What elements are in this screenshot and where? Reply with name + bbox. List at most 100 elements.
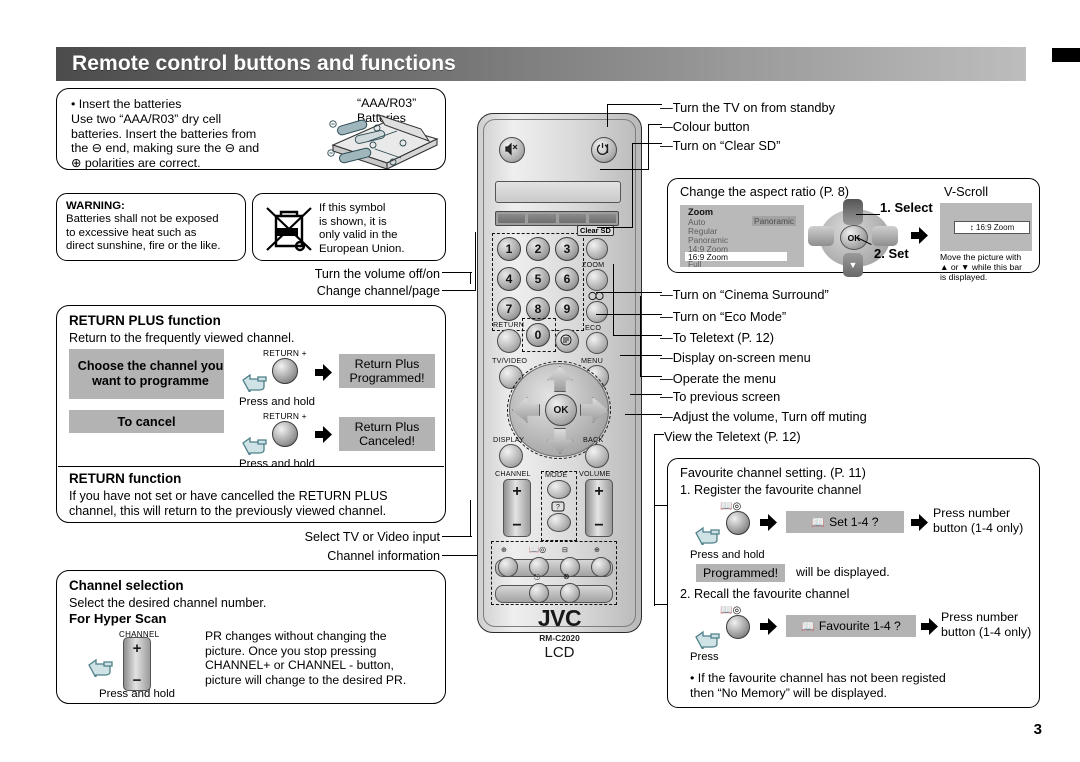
help-question-icon: ?	[551, 501, 565, 512]
back-label: BACK	[583, 435, 604, 444]
aspect-dpad-right[interactable]	[872, 226, 898, 246]
colour-button-blue[interactable]	[588, 214, 616, 223]
cinema-surround-button[interactable]	[586, 301, 608, 323]
callout-to-teletext: —To Teletext (P. 12)	[660, 330, 775, 345]
channel-plus[interactable]: +	[504, 483, 530, 501]
leader-line	[625, 414, 662, 416]
volume-plus[interactable]: +	[586, 483, 612, 501]
volume-rocker[interactable]: + −	[585, 479, 613, 537]
callout-text: To Teletext (P. 12)	[672, 330, 775, 345]
teletext-hold-button[interactable]	[529, 583, 549, 603]
leader-line	[640, 376, 662, 378]
number-button-0[interactable]: 0	[526, 323, 550, 347]
number-button-3[interactable]: 3	[555, 237, 579, 261]
number-button-4[interactable]: 4	[497, 267, 521, 291]
back-button[interactable]	[585, 444, 609, 468]
hyper-scan-label: For Hyper Scan	[69, 611, 167, 626]
tv-video-label: TV/VIDEO	[492, 356, 528, 365]
warning-box: WARNING: Batteries shall not be exposed t…	[56, 193, 246, 261]
press-hand-icon	[242, 436, 267, 455]
number-button-9[interactable]: 9	[555, 297, 579, 321]
leader-line	[596, 314, 662, 316]
crossed-out-wheelie-bin-icon	[266, 207, 312, 252]
callout-view-teletext: View the Teletext (P. 12)	[664, 429, 801, 444]
callout-change-channel-page: Change channel/page	[316, 284, 440, 298]
warning-body: WARNING: Batteries shall not be exposed t…	[66, 200, 244, 254]
zoom-label: ZOOM	[582, 260, 605, 269]
battery-instruction-text: • Insert the batteries Use two “AAA/R03”…	[71, 97, 260, 171]
help-button[interactable]	[547, 513, 571, 532]
zoom-menu-heading: Zoom	[688, 207, 714, 217]
callout-channel-information: Channel information	[327, 549, 440, 563]
mode-button[interactable]	[547, 480, 571, 499]
brand-logo: JVC	[537, 605, 582, 631]
menu-label: MENU	[581, 356, 603, 365]
favourite-step2-action: Press	[690, 651, 719, 663]
return-plus-button-2	[272, 421, 298, 447]
arrow-right-icon	[911, 514, 928, 531]
return-plus-action-2: Press and hold	[239, 458, 315, 470]
aspect-dpad-down[interactable]: ▼	[843, 253, 863, 277]
battery-instruction-box: • Insert the batteries Use two “AAA/R03”…	[56, 88, 446, 170]
press-hand-icon	[88, 658, 113, 677]
leader-line	[607, 105, 609, 127]
aspect-ratio-title: Change the aspect ratio (P. 8)	[680, 184, 850, 199]
volume-label: VOLUME	[579, 469, 611, 478]
number-button-2[interactable]: 2	[526, 237, 550, 261]
colour-button-yellow[interactable]	[558, 214, 586, 223]
aspect-dpad-up[interactable]	[843, 199, 863, 225]
zoom-menu-item-full[interactable]: Full	[688, 259, 702, 269]
return-plus-box: RETURN PLUS function Return to the frequ…	[56, 305, 446, 523]
colour-button-red[interactable]	[498, 214, 526, 223]
section-divider	[58, 466, 444, 468]
channel-selection-action: Press and hold	[99, 688, 175, 700]
colour-buttons-bar[interactable]	[495, 211, 619, 226]
favourite-step2-result: Press number button (1-4 only)	[941, 610, 1032, 639]
teletext-index-button[interactable]	[498, 557, 518, 577]
number-button-1[interactable]: 1	[497, 237, 521, 261]
teletext-index-icon: ⊕	[501, 547, 508, 554]
power-standby-icon	[596, 143, 609, 155]
favourite-chip-text: Set 1-4 ?	[829, 515, 879, 529]
eu-notice-text: If this symbol is shown, it is only vali…	[319, 202, 405, 255]
callout-text: View the Teletext (P. 12)	[664, 429, 801, 444]
zoom-button[interactable]	[586, 269, 608, 291]
return-plus-title: RETURN PLUS function	[69, 313, 221, 328]
teletext-icon	[560, 334, 572, 346]
return-plus-step1-chip: Choose the channel you want to programme	[69, 349, 224, 399]
number-button-5[interactable]: 5	[526, 267, 550, 291]
favourite-step2-title: 2. Recall the favourite channel	[680, 587, 850, 601]
clear-sd-button[interactable]	[586, 238, 608, 260]
leader-line	[597, 227, 633, 229]
aspect-ok-button[interactable]: OK	[840, 225, 868, 250]
channel-selection-box: Channel selection Select the desired cha…	[56, 570, 446, 704]
display-button[interactable]	[499, 444, 523, 468]
leader-line	[442, 555, 480, 557]
teletext-size-button[interactable]	[591, 557, 611, 577]
arrow-right-icon	[315, 426, 332, 443]
return-plus-action-1: Press and hold	[239, 396, 315, 408]
zoom-menu-current-value: Panoramic	[752, 216, 797, 226]
zoom-menu-panel: Zoom Auto Panoramic Regular Panoramic 14…	[680, 205, 804, 269]
volume-minus[interactable]: −	[586, 517, 612, 535]
aspect-dpad-left[interactable]	[808, 226, 834, 246]
return-plus-button-label-2: RETURN +	[263, 411, 307, 421]
callout-display-menu: —Display on-screen menu	[660, 350, 811, 365]
programmed-text: will be displayed.	[796, 565, 890, 579]
return-button[interactable]	[497, 329, 521, 353]
callout-clear-sd: —Turn on “Clear SD”	[660, 138, 781, 153]
teletext-cancel-button[interactable]	[560, 583, 580, 603]
colour-button-green[interactable]	[528, 214, 556, 223]
teletext-cancel-icon: ⊗	[563, 572, 570, 581]
channel-minus[interactable]: −	[504, 517, 530, 535]
number-button-6[interactable]: 6	[555, 267, 579, 291]
callout-adjust-volume: —Adjust the volume, Turn off muting	[660, 409, 867, 424]
callout-text: Turn on “Cinema Surround”	[672, 287, 829, 302]
remote-display-strip	[495, 181, 621, 203]
number-button-7[interactable]: 7	[497, 297, 521, 321]
channel-rocker[interactable]: + −	[503, 479, 531, 537]
leader-line	[613, 264, 615, 336]
callout-cinema-surround: —Turn on “Cinema Surround”	[660, 287, 829, 302]
eco-button[interactable]	[586, 332, 608, 354]
leader-line	[442, 536, 472, 538]
